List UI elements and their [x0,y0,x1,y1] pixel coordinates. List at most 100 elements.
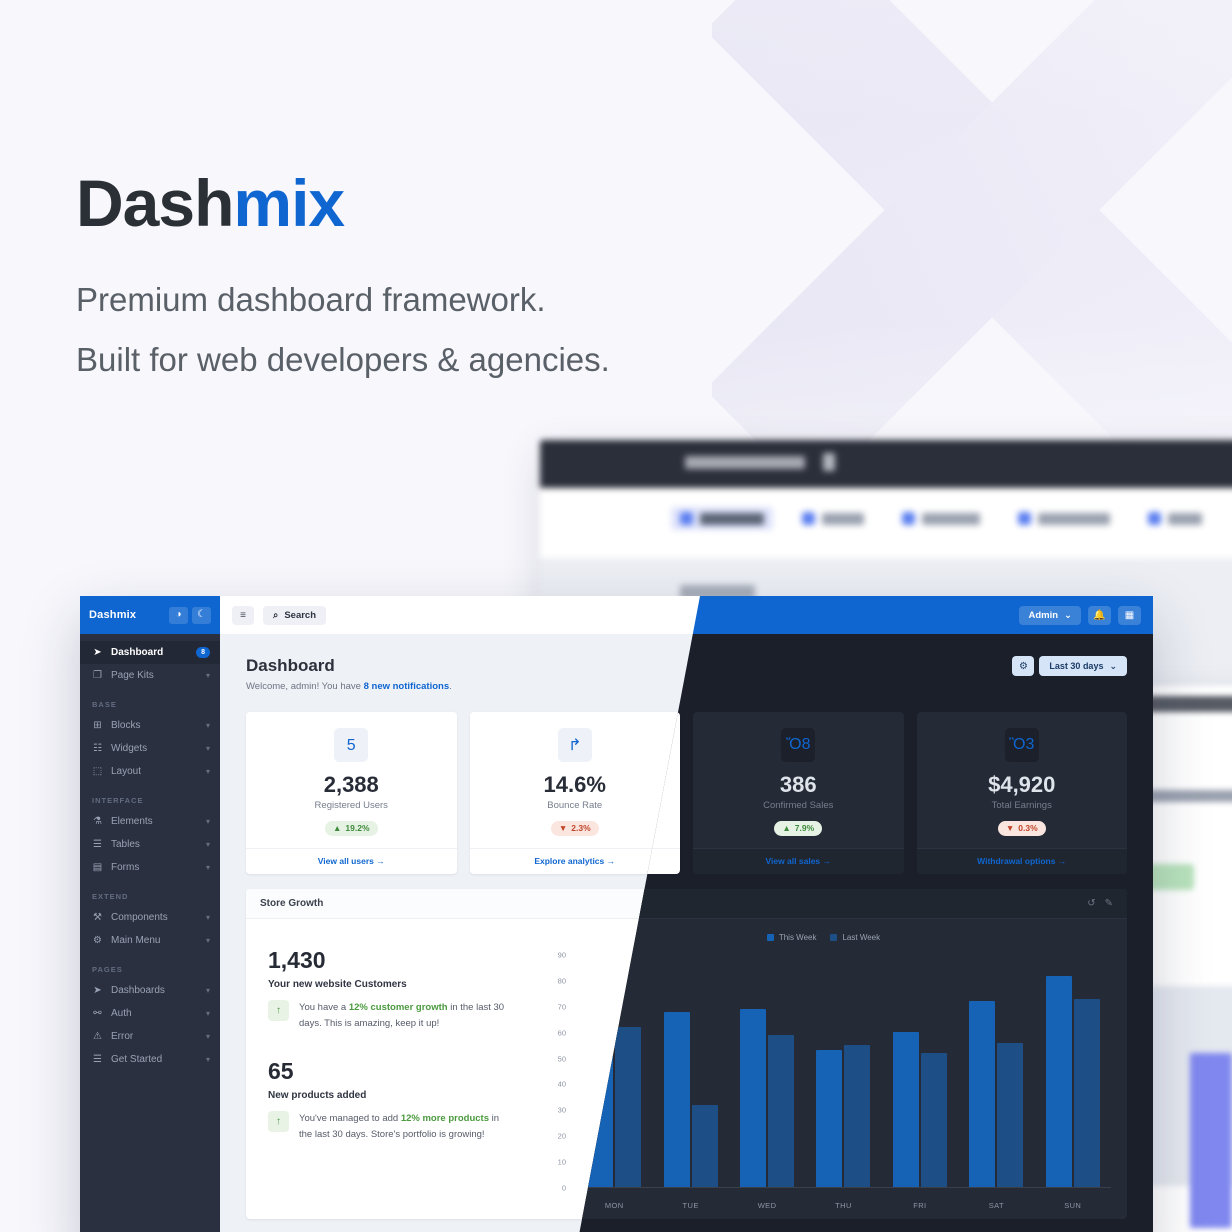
stat-card-delta-badge: ▲7.9% [774,821,822,836]
sidebar-item-page-kits[interactable]: ❐ Page Kits ▾ [80,664,220,687]
get-started-icon: ☰ [92,1054,103,1065]
delta-arrow-icon: ▼ [559,824,567,833]
sidebar-item-label: Layout [111,766,198,777]
bar[interactable] [921,1053,947,1187]
hamburger-menu-icon[interactable]: ≡ [232,606,254,625]
stat-card-bounce-rate: ↱14.6%Bounce Rate▼2.3%Explore analytics … [470,712,681,874]
legend-item[interactable]: Last Week [830,933,880,942]
notifications-bell-icon[interactable]: 🔔 [1088,606,1111,625]
refresh-icon[interactable]: ↺ [1087,898,1095,909]
gear-icon[interactable]: ⚙ [1012,656,1034,676]
user-menu-button[interactable]: Admin ⌄ [1019,606,1081,625]
y-axis-tick: 40 [558,1080,566,1089]
error-icon: ⚠ [92,1031,103,1042]
bar[interactable] [816,1050,842,1187]
chevron-down-icon: ▾ [206,913,210,922]
dark-mode-toggle-icon[interactable]: ☾ [192,607,211,624]
bar[interactable] [1046,976,1072,1187]
delta-arrow-icon: ▼ [1006,824,1014,833]
date-range-selector[interactable]: Last 30 days ⌄ [1039,656,1127,676]
user-menu-label: Admin [1028,610,1058,621]
stat-card-icon: Ὃ3 [1005,728,1039,762]
growth-value: 65 [268,1058,514,1084]
growth-value: 1,430 [268,947,514,973]
sidebar-item-elements[interactable]: ⚗ Elements ▾ [80,810,220,833]
stat-card-value: 386 [703,773,894,797]
bar[interactable] [615,1027,641,1187]
tagline-line-2: Built for web developers & agencies. [76,330,610,390]
stat-card-value: 2,388 [256,773,447,797]
sidebar-item-label: Forms [111,862,198,873]
bar-group [882,955,958,1187]
stat-card-footer-link[interactable]: View all sales → [693,848,904,874]
y-axis-tick: 0 [562,1184,566,1193]
bar[interactable] [692,1105,718,1187]
bar[interactable] [893,1032,919,1187]
stat-card-icon: ↱ [558,728,592,762]
sidebar-item-get-started[interactable]: ☰ Get Started ▾ [80,1048,220,1071]
sidebar-item-blocks[interactable]: ⊞ Blocks ▾ [80,714,220,737]
store-growth-title: Store Growth [260,898,323,909]
notifications-link[interactable]: 8 new notifications [364,681,450,692]
dashboard-icon: ➤ [92,647,103,658]
sidebar-item-components[interactable]: ⚒ Components ▾ [80,906,220,929]
sidebar-item-label: Main Menu [111,935,198,946]
components-icon: ⚒ [92,912,103,923]
stat-card-footer-link[interactable]: View all users → [246,848,457,874]
page-kits-icon: ❐ [92,670,103,681]
subtitle-prefix: Welcome, admin! You have [246,681,364,692]
search-button[interactable]: ⌕ Search [263,606,326,625]
brand-mix: mix [233,166,344,240]
growth-note: You've managed to add 12% more products … [299,1111,514,1143]
tagline-line-1: Premium dashboard framework. [76,270,610,330]
sidebar-item-label: Dashboard [111,647,188,658]
settings-pencil-icon[interactable]: ✎ [1105,898,1113,909]
bar[interactable] [969,1001,995,1187]
sidebar-item-dashboards[interactable]: ➤ Dashboards ▾ [80,979,220,1002]
page-title: Dashboard [246,656,452,676]
toggle-sidebar-style-icon[interactable]: ◑ [169,607,188,624]
bar[interactable] [1074,999,1100,1187]
chevron-down-icon: ▾ [206,986,210,995]
page-subtitle: Welcome, admin! You have 8 new notificat… [246,681,452,692]
growth-block: 1,430Your new website Customers↑You have… [268,947,514,1032]
arrow-up-icon: ↑ [268,1000,289,1021]
bar[interactable] [844,1045,870,1187]
sidebar-item-layout[interactable]: ⬚ Layout ▾ [80,760,220,783]
stat-card-label: Total Earnings [927,800,1118,811]
bar-group [729,955,805,1187]
sidebar-item-auth[interactable]: ⚯ Auth ▾ [80,1002,220,1025]
bar[interactable] [664,1012,690,1187]
sidebar-badge: 8 [196,647,210,658]
sidebar-item-main-menu[interactable]: ⚙ Main Menu ▾ [80,929,220,952]
sidebar-item-forms[interactable]: ▤ Forms ▾ [80,856,220,879]
chevron-down-icon: ▾ [206,863,210,872]
brand-dash: Dash [76,166,233,240]
sidebar-item-label: Get Started [111,1054,198,1065]
tagline: Premium dashboard framework. Built for w… [76,270,610,390]
sidebar-item-widgets[interactable]: ☷ Widgets ▾ [80,737,220,760]
stat-card-registered-users: ὆5 2,388 Registered Users ▲19.2% View all us… [246,712,457,874]
page-tools: ⚙ Last 30 days ⌄ [1012,656,1127,676]
stat-card-value: 14.6% [480,773,671,797]
bar[interactable] [997,1043,1023,1187]
legend-item[interactable]: This Week [767,933,817,942]
x-axis-tick: FRI [882,1201,958,1210]
bar[interactable] [768,1035,794,1187]
growth-note: You have a 12% customer growth in the la… [299,1000,514,1032]
y-axis-tick: 30 [558,1106,566,1115]
chevron-down-icon: ▾ [206,721,210,730]
legend-label: Last Week [842,933,880,942]
chevron-down-icon: ▾ [206,671,210,680]
sidebar-item-tables[interactable]: ☰ Tables ▾ [80,833,220,856]
chevron-down-icon: ▾ [206,1032,210,1041]
bar-group [1035,955,1111,1187]
bar[interactable] [740,1009,766,1187]
sidebar-item-error[interactable]: ⚠ Error ▾ [80,1025,220,1048]
sidebar-header: Dashmix ◑ ☾ [80,596,220,634]
legend-swatch [830,934,837,941]
stat-card-footer-link[interactable]: Withdrawal options → [917,848,1128,874]
side-panel-icon[interactable]: ▦ [1118,606,1141,625]
stat-card-icon: Ὄ8 [781,728,815,762]
sidebar-item-dashboard[interactable]: ➤ Dashboard 8 [80,641,220,664]
